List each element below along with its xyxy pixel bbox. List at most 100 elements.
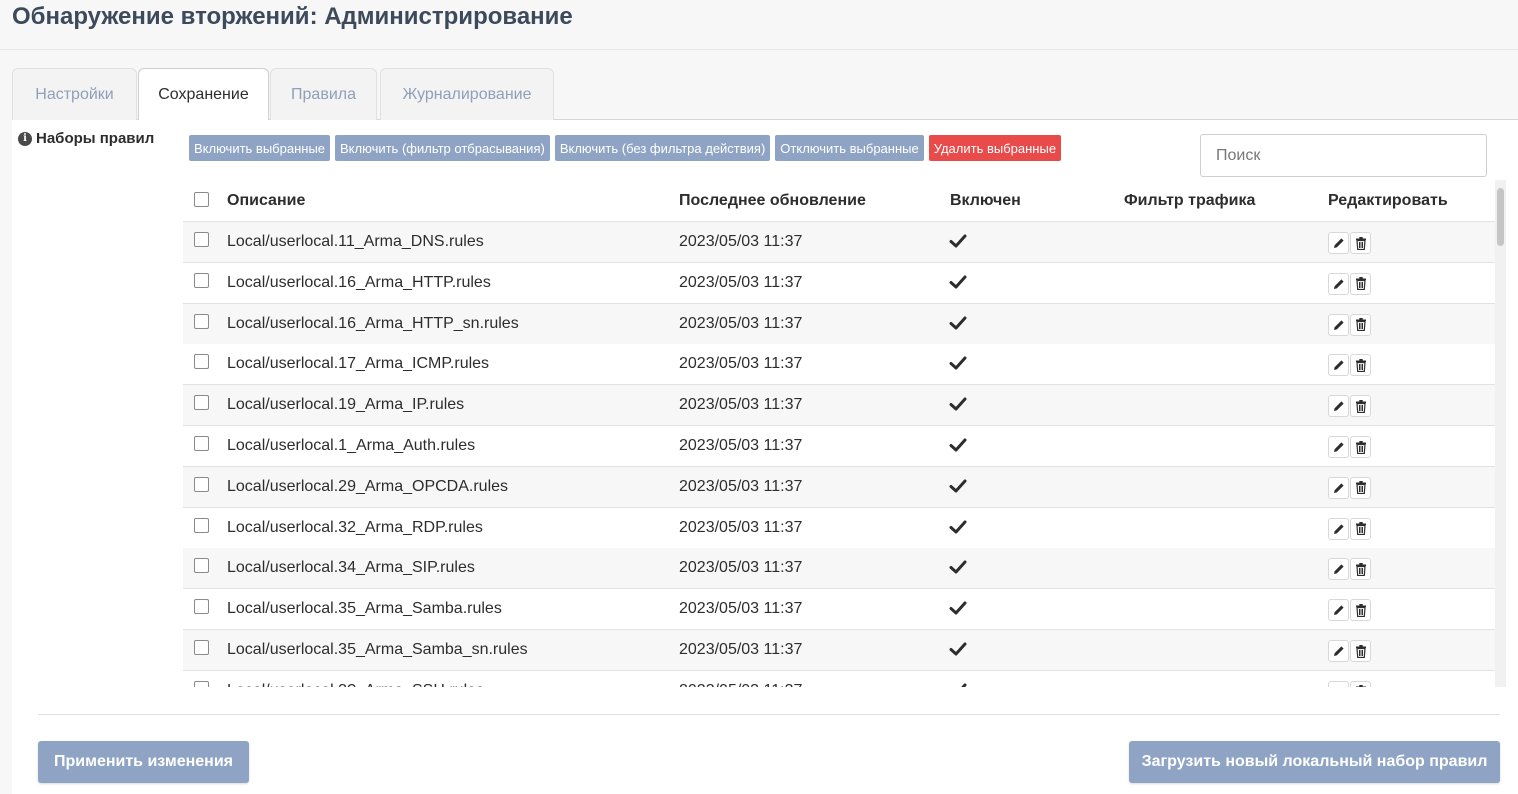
table-row[interactable]: Local/userlocal.16_Arma_HTTP_sn.rules 202… — [183, 303, 1495, 345]
edit-pencil-icon[interactable] — [1328, 680, 1349, 687]
enable-no-action-filter-button[interactable]: Включить (без фильтра действия) — [554, 135, 771, 161]
table-row[interactable]: Local/userlocal.16_Arma_HTTP.rules 2023/0… — [183, 262, 1495, 304]
table-scrollbar[interactable] — [1495, 180, 1506, 687]
row-checkbox[interactable] — [194, 395, 209, 411]
edit-pencil-icon[interactable] — [1328, 558, 1349, 581]
rulesets-label-text: Наборы правил — [36, 130, 155, 147]
rulesets-label: i Наборы правил — [18, 130, 154, 147]
tab-logging[interactable]: Журналирование — [380, 68, 554, 120]
upload-local-ruleset-button[interactable]: Загрузить новый локальный набор правил — [1129, 741, 1500, 783]
ruleset-description: Local/userlocal.32_Arma_RDP.rules — [227, 518, 483, 536]
edit-pencil-icon[interactable] — [1328, 232, 1349, 254]
table-row[interactable]: Local/userlocal.29_Arma_OPCDA.rules 2023/… — [183, 466, 1495, 508]
edit-pencil-icon[interactable] — [1328, 395, 1349, 418]
row-checkbox[interactable] — [194, 436, 209, 451]
edit-pencil-icon[interactable] — [1328, 313, 1349, 336]
ruleset-description: Local/userlocal.34_Arma_SIP.rules — [227, 559, 475, 577]
enabled-check-icon — [949, 436, 967, 454]
row-checkbox[interactable] — [194, 354, 209, 370]
ruleset-description: Local/userlocal.35_Arma_Samba.rules — [227, 600, 502, 618]
row-checkbox[interactable] — [194, 558, 209, 574]
delete-trash-icon[interactable] — [1350, 517, 1371, 540]
tab-saved[interactable]: Сохранение — [138, 68, 269, 121]
edit-pencil-icon[interactable] — [1328, 354, 1349, 377]
delete-trash-icon[interactable] — [1350, 354, 1371, 377]
row-checkbox[interactable] — [194, 232, 209, 247]
table-row[interactable]: Local/userlocal.32_Arma_RDP.rules 2023/05… — [183, 507, 1495, 549]
row-checkbox[interactable] — [194, 640, 209, 655]
delete-trash-icon[interactable] — [1350, 476, 1371, 499]
ruleset-updated: 2023/05/03 11:37 — [679, 314, 803, 332]
row-checkbox[interactable] — [194, 599, 209, 615]
row-checkbox[interactable] — [194, 517, 209, 533]
enabled-check-icon — [949, 558, 967, 576]
select-all-checkbox[interactable] — [194, 192, 209, 207]
column-header-description[interactable]: Описание — [227, 192, 305, 210]
rulesets-content: Включить выбранные Включить (фильтр отбр… — [183, 127, 1506, 687]
page-header: Обнаружение вторжений: Администрирование — [0, 0, 1518, 50]
rulesets-panel: i Наборы правил Включить выбранные Включ… — [12, 120, 1518, 794]
edit-pencil-icon[interactable] — [1328, 436, 1349, 458]
column-header-updated[interactable]: Последнее обновление — [679, 192, 866, 210]
enable-selected-button[interactable]: Включить выбранные — [189, 135, 331, 161]
edit-pencil-icon[interactable] — [1328, 517, 1349, 540]
ruleset-description: Local/userlocal.16_Arma_HTTP.rules — [227, 273, 491, 291]
scrollbar-thumb[interactable] — [1497, 188, 1504, 246]
enable-drop-filter-button[interactable]: Включить (фильтр отбрасывания) — [335, 135, 550, 161]
page-title: Обнаружение вторжений: Администрирование — [12, 3, 573, 30]
table-row[interactable]: Local/userlocal.35_Arma_Samba.rules 2023/… — [183, 589, 1495, 631]
search-input[interactable] — [1200, 134, 1487, 177]
row-checkbox[interactable] — [194, 680, 209, 687]
table-row[interactable]: Local/userlocal.3?_Arma_SSH.rules 2023/05… — [183, 670, 1495, 687]
ruleset-description: Local/userlocal.29_Arma_OPCDA.rules — [227, 477, 509, 495]
table-row[interactable]: Local/userlocal.17_Arma_ICMP.rules 2023/0… — [183, 344, 1495, 386]
row-checkbox[interactable] — [194, 272, 209, 288]
edit-pencil-icon[interactable] — [1328, 476, 1349, 499]
enabled-check-icon — [949, 395, 967, 413]
ruleset-description: Local/userlocal.17_Arma_ICMP.rules — [227, 355, 490, 373]
ruleset-updated: 2023/05/03 11:37 — [679, 600, 803, 618]
delete-trash-icon[interactable] — [1350, 395, 1371, 418]
enabled-check-icon — [949, 232, 967, 250]
delete-trash-icon[interactable] — [1350, 640, 1371, 662]
delete-selected-button[interactable]: Удалить выбранные — [928, 135, 1062, 161]
ruleset-updated: 2023/05/03 11:37 — [679, 518, 803, 536]
table-row[interactable]: Local/userlocal.1_Arma_Auth.rules 2023/05… — [183, 426, 1495, 467]
table-row[interactable]: Local/userlocal.11_Arma_DNS.rules 2023/05… — [183, 222, 1495, 263]
ruleset-description: Local/userlocal.3?_Arma_SSH.rules — [227, 682, 484, 687]
column-header-edit: Редактировать — [1328, 192, 1448, 209]
row-checkbox[interactable] — [194, 476, 209, 492]
enabled-check-icon — [949, 518, 967, 536]
row-checkbox[interactable] — [194, 313, 209, 329]
enabled-check-icon — [949, 599, 967, 617]
delete-trash-icon[interactable] — [1350, 232, 1371, 254]
disable-selected-button[interactable]: Отключить выбранные — [775, 135, 924, 161]
delete-trash-icon[interactable] — [1350, 313, 1371, 336]
delete-trash-icon[interactable] — [1350, 599, 1371, 622]
table-row[interactable]: Local/userlocal.34_Arma_SIP.rules 2023/05… — [183, 548, 1495, 590]
ruleset-description: Local/userlocal.35_Arma_Samba_sn.rules — [227, 641, 528, 658]
table-row[interactable]: Local/userlocal.35_Arma_Samba_sn.rules 20… — [183, 630, 1495, 671]
ruleset-description: Local/userlocal.1_Arma_Auth.rules — [227, 437, 476, 454]
delete-trash-icon[interactable] — [1350, 436, 1371, 458]
ruleset-updated: 2023/05/03 11:37 — [679, 355, 803, 373]
ruleset-description: Local/userlocal.16_Arma_HTTP_sn.rules — [227, 314, 519, 332]
tab-bar: Настройки Сохранение Правила Журналирова… — [12, 68, 1518, 121]
delete-trash-icon[interactable] — [1350, 680, 1371, 687]
column-header-enabled[interactable]: Включен — [950, 192, 1021, 210]
ruleset-updated: 2023/05/03 11:37 — [679, 437, 803, 454]
delete-trash-icon[interactable] — [1350, 558, 1371, 581]
edit-pencil-icon[interactable] — [1328, 640, 1349, 662]
edit-pencil-icon[interactable] — [1328, 599, 1349, 622]
tab-rules[interactable]: Правила — [270, 68, 377, 120]
delete-trash-icon[interactable] — [1350, 272, 1371, 295]
edit-pencil-icon[interactable] — [1328, 272, 1349, 295]
table-row[interactable]: Local/userlocal.19_Arma_IP.rules 2023/05/… — [183, 385, 1495, 427]
ruleset-description: Local/userlocal.19_Arma_IP.rules — [227, 396, 465, 414]
enabled-check-icon — [949, 681, 967, 687]
info-icon[interactable]: i — [18, 131, 32, 146]
apply-changes-button[interactable]: Применить изменения — [38, 741, 249, 783]
enabled-check-icon — [949, 354, 967, 372]
tab-settings[interactable]: Настройки — [12, 68, 137, 120]
column-header-traffic-filter[interactable]: Фильтр трафика — [1124, 192, 1255, 210]
